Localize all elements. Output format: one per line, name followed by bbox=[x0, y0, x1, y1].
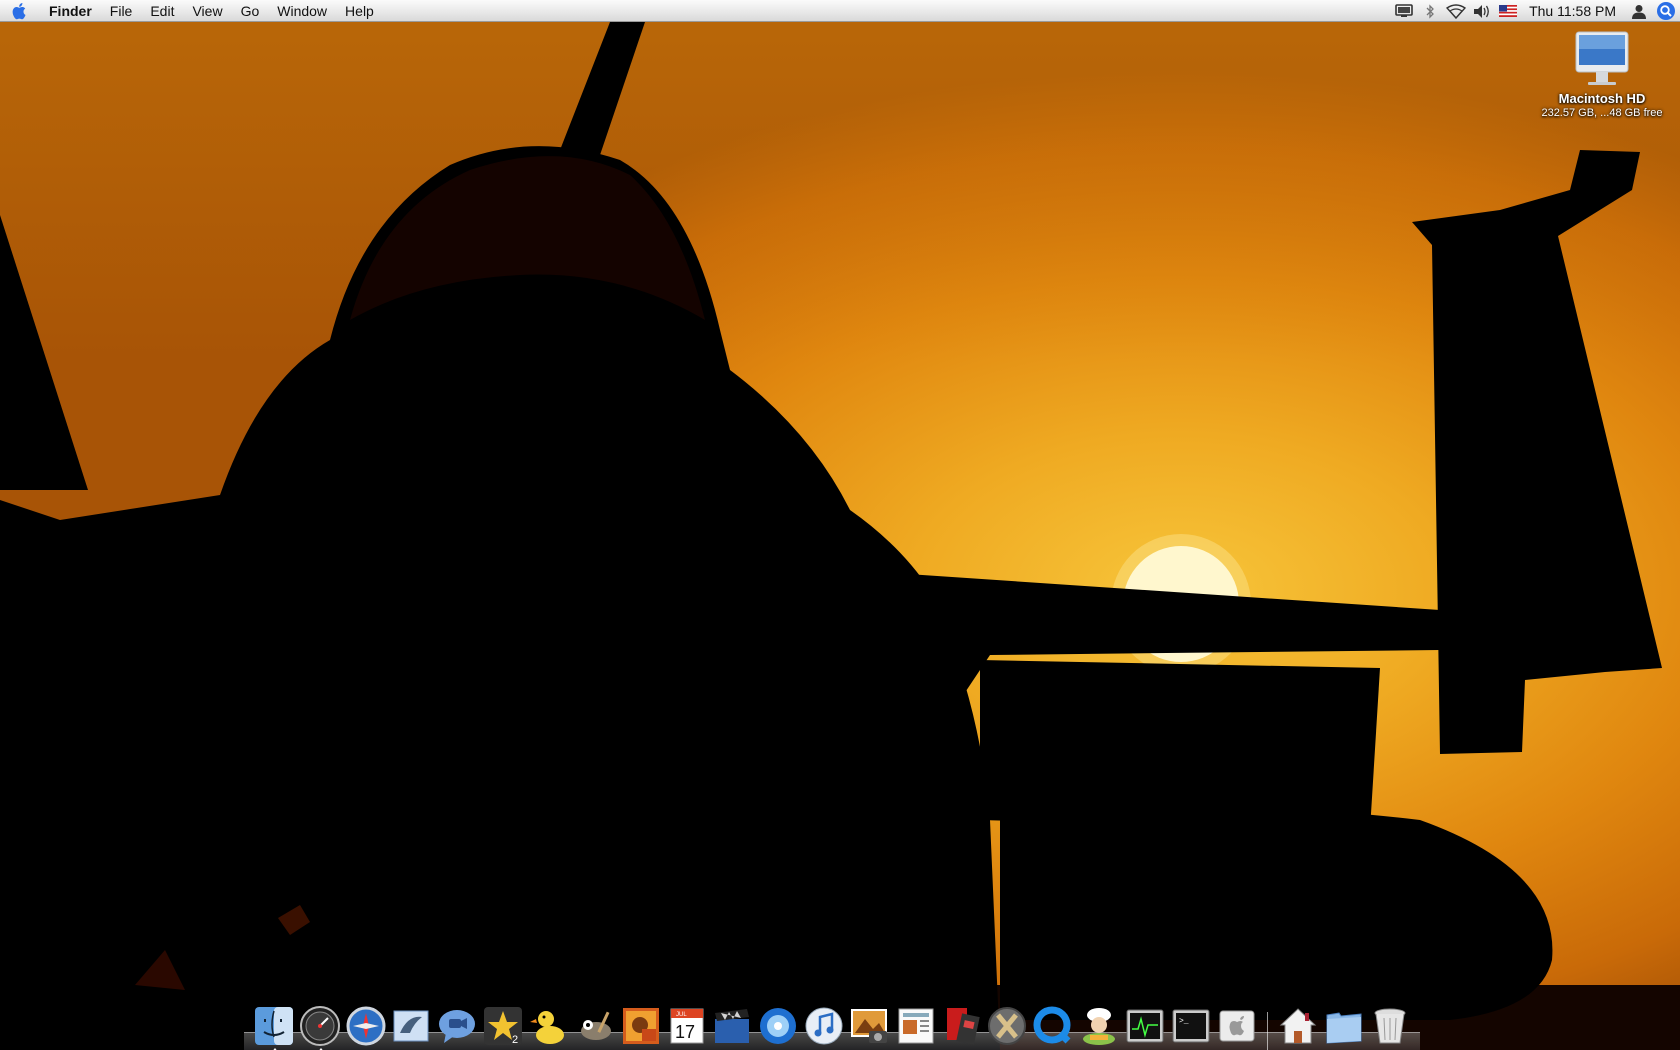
dock-iphoto[interactable] bbox=[848, 1002, 892, 1050]
menu-extras: Thu 11:58 PM bbox=[1391, 0, 1680, 22]
menu-window[interactable]: Window bbox=[268, 0, 336, 22]
menu-bar: Finder File Edit View Go Window Help Thu… bbox=[0, 0, 1680, 22]
activity-monitor-icon bbox=[1126, 1009, 1164, 1043]
menu-go[interactable]: Go bbox=[232, 0, 269, 22]
safari-icon bbox=[346, 1006, 386, 1046]
dock-photo-booth[interactable] bbox=[619, 1002, 663, 1050]
menu-finder[interactable]: Finder bbox=[40, 0, 101, 22]
menu-clock[interactable]: Thu 11:58 PM bbox=[1521, 0, 1626, 22]
dock-mail[interactable] bbox=[390, 1002, 434, 1050]
menu-help[interactable]: Help bbox=[336, 0, 383, 22]
user-icon[interactable] bbox=[1626, 0, 1652, 22]
imac-hard-drive-icon bbox=[1575, 31, 1629, 85]
photo-booth-icon bbox=[622, 1008, 659, 1044]
dock-chef[interactable] bbox=[1077, 1002, 1121, 1050]
bluetooth-icon[interactable] bbox=[1417, 0, 1443, 22]
menu-view[interactable]: View bbox=[183, 0, 231, 22]
apple-logo-icon bbox=[12, 2, 26, 19]
terminal-icon: >_ bbox=[1172, 1009, 1210, 1043]
dock-imovie[interactable] bbox=[710, 1002, 754, 1050]
dock-cyberduck[interactable] bbox=[527, 1002, 571, 1050]
finder-icon bbox=[254, 1007, 293, 1045]
star-icon: 2 bbox=[484, 1007, 523, 1046]
apple-menu[interactable] bbox=[0, 0, 40, 22]
menu-edit[interactable]: Edit bbox=[141, 0, 183, 22]
dock-ical[interactable]: JUL 17 bbox=[665, 1002, 709, 1050]
dock-ichat[interactable] bbox=[435, 1002, 479, 1050]
iphoto-icon bbox=[850, 1009, 887, 1043]
dock-idvd[interactable] bbox=[756, 1002, 800, 1050]
dock-x11[interactable] bbox=[986, 1002, 1030, 1050]
dock-system-preferences[interactable] bbox=[1215, 1002, 1259, 1050]
x11-icon bbox=[988, 1007, 1027, 1045]
dock-quicktime[interactable] bbox=[1031, 1002, 1075, 1050]
svg-text:>_: >_ bbox=[1179, 1017, 1189, 1026]
calendar-icon: JUL 17 bbox=[670, 1008, 704, 1044]
menu-file[interactable]: File bbox=[101, 0, 142, 22]
dock-finder[interactable] bbox=[252, 1002, 296, 1050]
quicktime-icon bbox=[1033, 1006, 1071, 1044]
dock-safari[interactable] bbox=[344, 1002, 388, 1050]
svg-text:2: 2 bbox=[512, 1034, 518, 1046]
calendar-date: 17 bbox=[675, 1022, 695, 1042]
home-folder-icon bbox=[1280, 1008, 1317, 1044]
dock-preview[interactable] bbox=[894, 1002, 938, 1050]
display-mirroring-icon[interactable] bbox=[1391, 0, 1417, 22]
macintosh-hd-icon[interactable]: Macintosh HD 232.57 GB, ...48 GB free bbox=[1532, 30, 1672, 119]
mail-icon bbox=[393, 1010, 429, 1042]
dvd-icon bbox=[760, 1008, 797, 1044]
folder-icon bbox=[1326, 1012, 1362, 1044]
itunes-icon bbox=[805, 1007, 843, 1045]
desktop-wallpaper bbox=[0, 0, 1680, 1050]
dock-terminal[interactable]: >_ bbox=[1169, 1002, 1213, 1050]
dock-documents-folder[interactable] bbox=[1322, 1002, 1366, 1050]
dock: 2 JUL 17 >_ bbox=[244, 996, 1420, 1050]
preview-icon bbox=[898, 1008, 934, 1044]
dock-home-folder[interactable] bbox=[1277, 1002, 1321, 1050]
wifi-icon[interactable] bbox=[1443, 0, 1469, 22]
calendar-month: JUL bbox=[676, 1012, 687, 1018]
apple-prefs-icon bbox=[1219, 1010, 1255, 1042]
duck-icon bbox=[529, 1011, 564, 1044]
gimp-icon bbox=[580, 1011, 611, 1040]
dock-film-strip[interactable] bbox=[940, 1002, 984, 1050]
disk-info: 232.57 GB, ...48 GB free bbox=[1541, 107, 1663, 119]
dock-star-app[interactable]: 2 bbox=[481, 1002, 525, 1050]
us-flag-input-icon[interactable] bbox=[1495, 0, 1521, 22]
dock-activity-monitor[interactable] bbox=[1123, 1002, 1167, 1050]
trash-icon bbox=[1374, 1008, 1406, 1044]
jet-silhouette-image bbox=[0, 22, 1680, 1050]
dock-itunes[interactable] bbox=[802, 1002, 846, 1050]
ichat-icon bbox=[439, 1010, 476, 1043]
dock-dashboard[interactable] bbox=[298, 1002, 342, 1050]
dock-trash[interactable] bbox=[1368, 1002, 1412, 1050]
dock-separator bbox=[1261, 1004, 1275, 1050]
clapper-icon bbox=[715, 1009, 750, 1043]
chef-icon bbox=[1083, 1008, 1116, 1045]
dock-gimp[interactable] bbox=[573, 1002, 617, 1050]
film-strip-icon bbox=[946, 1008, 980, 1045]
spotlight-icon[interactable] bbox=[1652, 0, 1680, 22]
dashboard-icon bbox=[299, 1006, 340, 1046]
volume-icon[interactable] bbox=[1469, 0, 1495, 22]
disk-name: Macintosh HD bbox=[1558, 91, 1646, 106]
